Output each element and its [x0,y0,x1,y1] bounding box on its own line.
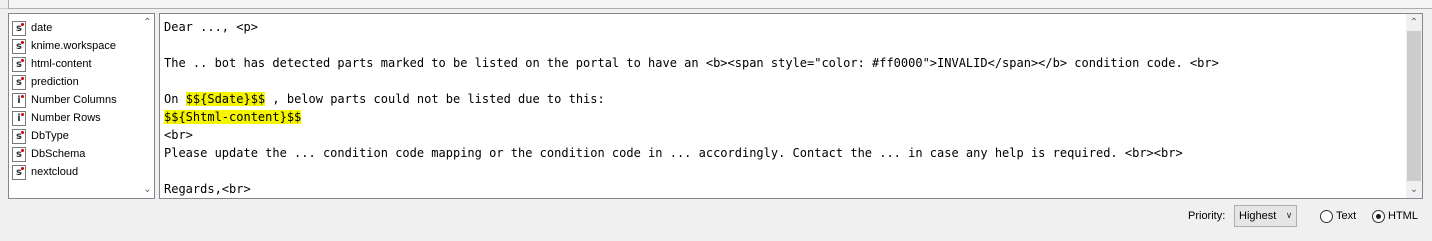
variable-label: nextcloud [31,166,79,178]
priority-dropdown[interactable]: Highest ∨ [1234,205,1297,227]
editor-line: Regards,<br> [164,182,251,196]
string-variable-icon: s [12,38,26,54]
format-radio-text[interactable]: Text [1320,208,1356,224]
html-content-variable-highlight: $${Shtml-content}$$ [164,110,302,124]
editor-text-fragment: , below parts could not be listed due to… [265,92,605,106]
flow-variable-items: s date s knime.workspace s html-content … [9,14,143,198]
editor-text-fragment: On [164,92,186,106]
message-body-editor[interactable]: Dear ..., <p> The .. bot has detected pa… [159,13,1423,199]
chevron-down-icon: ∨ [1285,211,1293,221]
variable-item-number-rows[interactable]: i Number Rows [12,109,142,127]
radio-label: HTML [1388,210,1418,222]
scroll-up-icon[interactable]: ⌃ [1406,16,1422,29]
variable-item-number-columns[interactable]: i Number Columns [12,91,142,109]
radio-circle-icon[interactable] [1320,209,1333,223]
flow-variable-list[interactable]: s date s knime.workspace s html-content … [8,13,155,199]
message-body-text[interactable]: Dear ..., <p> The .. bot has detected pa… [164,18,1400,196]
variable-item-dbtype[interactable]: s DbType [12,127,142,145]
editor-scrollbar[interactable]: ⌃ ⌄ [1406,14,1422,198]
string-variable-icon: s [12,128,26,144]
variable-item-date[interactable]: s date [12,19,142,37]
variable-label: prediction [31,76,79,88]
variable-item-dbschema[interactable]: s DbSchema [12,145,142,163]
variable-list-scrollbar[interactable]: ⌃ ⌄ [141,14,154,198]
priority-label: Priority: [1188,210,1226,222]
scrollbar-thumb[interactable] [1407,31,1421,181]
scroll-down-icon[interactable]: ⌄ [1406,183,1422,196]
variable-item-knime-workspace[interactable]: s knime.workspace [12,37,142,55]
variable-label: html-content [31,58,92,70]
variable-label: DbSchema [31,148,86,160]
integer-variable-icon: i [12,92,26,108]
variable-item-nextcloud[interactable]: s nextcloud [12,163,142,181]
string-variable-icon: s [12,146,26,162]
radio-circle-selected-icon[interactable] [1372,209,1385,223]
string-variable-icon: s [12,74,26,90]
variable-item-html-content[interactable]: s html-content [12,55,142,73]
editor-line: On $${Sdate}$$ , below parts could not b… [164,92,605,107]
top-panel-edge [0,0,1432,9]
variable-label: date [31,22,53,34]
string-variable-icon: s [12,164,26,180]
variable-label: Number Rows [31,112,101,124]
email-editor-panel: s date s knime.workspace s html-content … [0,0,1432,241]
top-panel-inner [8,0,1432,9]
format-radio-html[interactable]: HTML [1372,208,1418,224]
editor-line: Dear ..., <p> [164,20,258,34]
priority-value: Highest [1239,210,1277,222]
scroll-down-icon[interactable]: ⌄ [141,183,154,196]
radio-label: Text [1336,210,1357,222]
variable-label: DbType [31,130,69,142]
scroll-up-icon[interactable]: ⌃ [141,16,154,29]
string-variable-icon: s [12,20,26,36]
editor-line: <br> [164,128,193,142]
date-variable-highlight: $${Sdate}$$ [185,92,266,106]
string-variable-icon: s [12,56,26,72]
integer-variable-icon: i [12,110,26,126]
variable-item-prediction[interactable]: s prediction [12,73,142,91]
editor-line: Please update the ... condition code map… [164,146,1183,160]
variable-label: Number Columns [31,94,117,106]
editor-line: $${Shtml-content}$$ [164,110,302,125]
editor-line: The .. bot has detected parts marked to … [164,56,1219,70]
variable-label: knime.workspace [31,40,116,52]
